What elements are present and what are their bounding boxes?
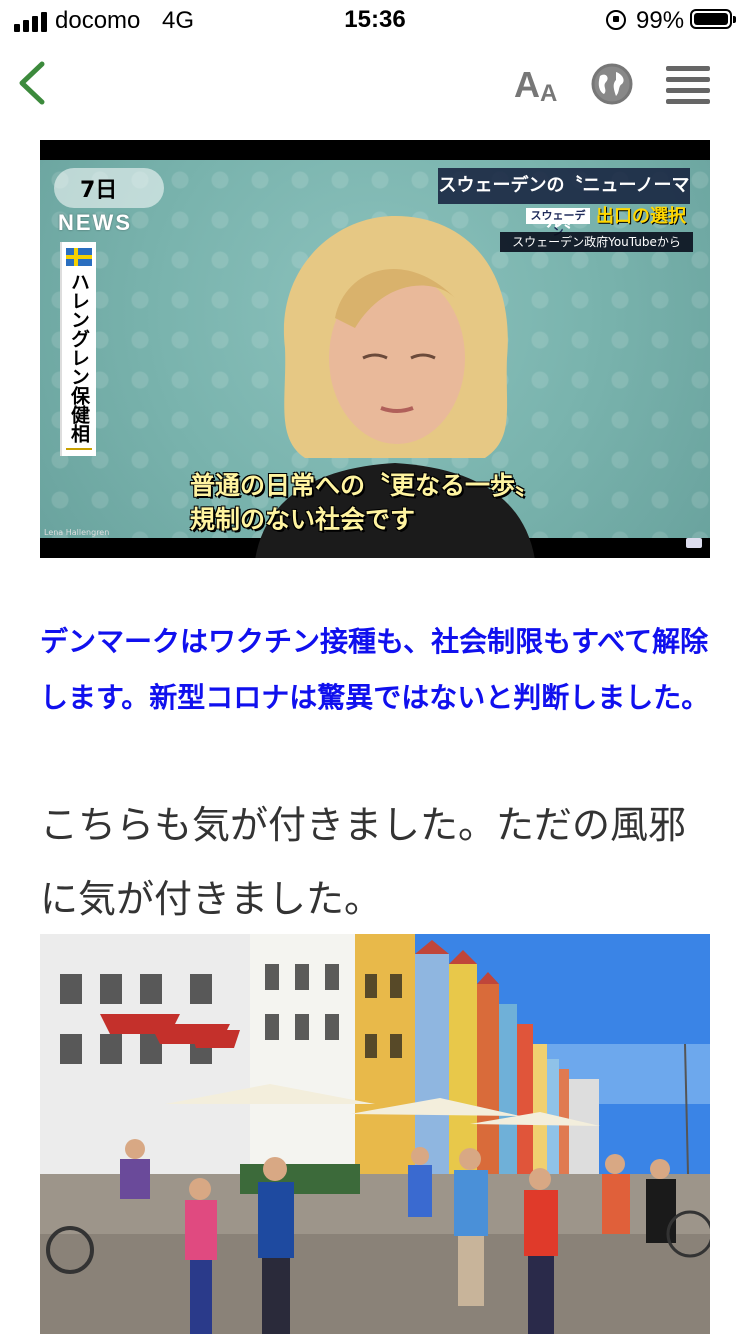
video-date-label: 7日 — [80, 178, 118, 203]
video-tag: スウェーデン — [526, 208, 590, 238]
article-headline: デンマークはワクチン接種も、社会制限もすべて解除します。新型コロナは驚異ではない… — [40, 625, 710, 714]
speaker-name-plate: ハレングレン保健相 — [60, 242, 96, 456]
speaker-name: ハレングレン保健相 — [68, 272, 90, 443]
text-size-small-letter: A — [540, 80, 558, 107]
battery-fill — [694, 13, 728, 25]
article-body: こちらも気が付きました。ただの風邪に気が付きました。 — [40, 803, 687, 921]
news-label: NEWS — [58, 210, 132, 235]
back-chevron-icon[interactable] — [12, 58, 56, 108]
battery-icon — [690, 9, 736, 29]
toolbar: A A — [0, 40, 750, 130]
video-source: スウェーデン政府YouTubeから — [500, 232, 693, 252]
broadcaster-corner-logo — [686, 538, 702, 548]
hamburger-menu-icon[interactable] — [666, 66, 710, 106]
news-video-frame[interactable]: 7日 NEWS ハレングレン保健相 スウェーデンの〝ニューノーマル〟 スウェーデ… — [40, 140, 710, 558]
video-caption-line-2: 規制のない社会です — [190, 505, 416, 534]
status-bar: docomo 4G 15:36 99% — [0, 0, 750, 40]
text-size-icon[interactable]: A A — [512, 62, 560, 108]
street-photo — [40, 934, 710, 1334]
globe-icon[interactable] — [590, 62, 634, 106]
swedish-flag-icon — [66, 248, 92, 266]
video-subtitle-topic: 出口の選択 — [596, 206, 686, 227]
video-caption-line-1: 普通の日常への〝更なる一歩〟 — [190, 471, 541, 500]
orientation-lock-icon — [606, 10, 626, 30]
video-credit: Lena Hallengren — [44, 528, 110, 537]
text-size-large-letter: A — [514, 64, 540, 105]
video-headline: スウェーデンの〝ニューノーマル〟 — [438, 168, 690, 232]
battery-percent: 99% — [636, 7, 685, 34]
